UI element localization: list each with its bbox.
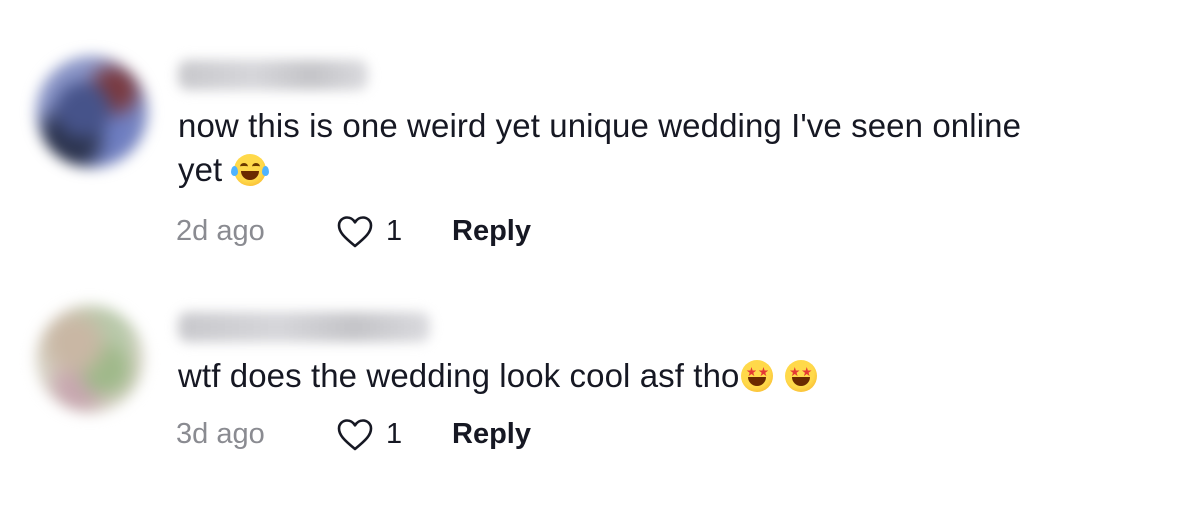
comment-text: wtf does the wedding look cool asf tho bbox=[178, 354, 1078, 398]
comment-text: now this is one weird yet unique wedding… bbox=[178, 104, 1038, 192]
face-with-tears-of-joy-icon bbox=[230, 154, 269, 186]
star-struck-icon bbox=[741, 360, 774, 392]
avatar[interactable] bbox=[36, 305, 144, 413]
username-blurred[interactable] bbox=[178, 60, 368, 90]
like-count: 1 bbox=[386, 418, 403, 450]
star-struck-icon bbox=[784, 360, 817, 392]
username-blurred[interactable] bbox=[178, 312, 430, 342]
avatar[interactable] bbox=[36, 56, 148, 168]
comment-text-content: wtf does the wedding look cool asf tho bbox=[178, 357, 740, 394]
heart-icon[interactable] bbox=[336, 215, 374, 249]
comment-timestamp: 3d ago bbox=[176, 418, 265, 450]
comment-text-content: now this is one weird yet unique wedding… bbox=[178, 107, 1022, 188]
reply-button[interactable]: Reply bbox=[452, 211, 531, 251]
reply-button[interactable]: Reply bbox=[452, 414, 531, 454]
comment-timestamp: 2d ago bbox=[176, 215, 265, 247]
heart-icon[interactable] bbox=[336, 418, 374, 452]
like-count: 1 bbox=[386, 215, 403, 247]
